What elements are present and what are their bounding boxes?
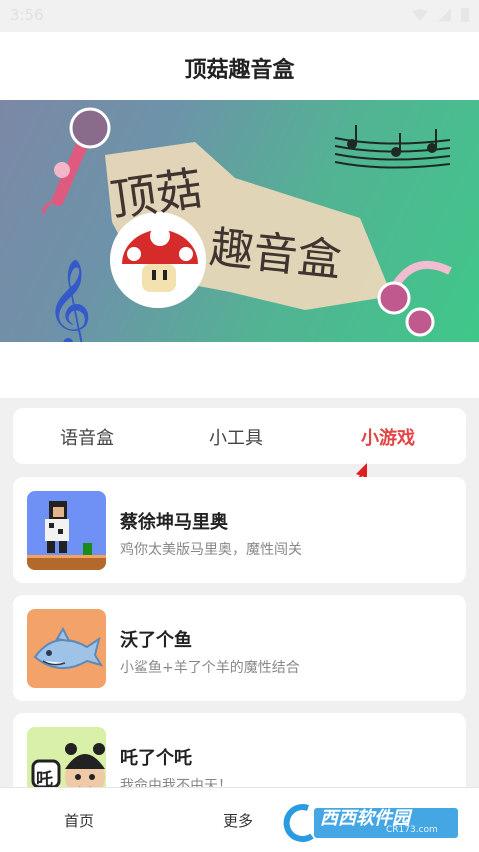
game-card-1[interactable]: 蔡徐坤马里奥 鸡你太美版马里奥，魔性闯关 xyxy=(13,477,466,583)
game-title: 沃了个鱼 xyxy=(120,630,192,651)
battery-icon xyxy=(461,8,469,22)
page-title: 顶菇趣音盒 xyxy=(184,58,295,83)
headphones-icon xyxy=(377,260,452,337)
banner-image[interactable]: 𝄞 顶菇 趣音盒 xyxy=(0,100,479,342)
tab-tools[interactable]: 小工具 xyxy=(209,424,263,450)
music-staff-icon xyxy=(334,125,451,169)
game-title: 吒了个吒 xyxy=(120,748,192,769)
tab-voice-box[interactable]: 语音盒 xyxy=(60,424,114,450)
microphone-icon xyxy=(42,107,111,215)
game-description: 鸡你太美版马里奥，魔性闯关 xyxy=(120,542,302,558)
game-thumbnail xyxy=(27,491,106,570)
game-thumbnail xyxy=(27,609,106,688)
category-tabs: 语音盒 小工具 小游戏 xyxy=(13,408,466,464)
signal-icon xyxy=(438,8,451,22)
shark-icon xyxy=(27,609,106,688)
watermark-logo: 西西软件园 CR173.com xyxy=(278,800,460,844)
status-time: 3:56 xyxy=(10,6,44,24)
treble-clef-icon: 𝄞 xyxy=(46,259,92,342)
pixel-runner-icon xyxy=(27,491,106,570)
app-bar: 顶菇趣音盒 xyxy=(0,32,479,100)
nav-home[interactable]: 首页 xyxy=(64,810,94,831)
game-card-2[interactable]: 沃了个鱼 小鲨鱼+羊了个羊的魔性结合 xyxy=(13,595,466,701)
status-bar: 3:56 xyxy=(0,0,479,32)
banner-title-line1: 顶菇 xyxy=(107,160,206,228)
tab-mini-games[interactable]: 小游戏 xyxy=(361,424,415,450)
status-icons xyxy=(412,8,469,22)
game-description: 小鲨鱼+羊了个羊的魔性结合 xyxy=(120,660,300,676)
banner-footer xyxy=(0,342,479,398)
nav-more[interactable]: 更多 xyxy=(223,810,253,831)
banner-title-line2: 趣音盒 xyxy=(207,222,344,287)
game-title: 蔡徐坤马里奥 xyxy=(120,512,228,533)
watermark-url: CR173.com xyxy=(386,825,438,835)
wifi-icon xyxy=(412,9,428,21)
